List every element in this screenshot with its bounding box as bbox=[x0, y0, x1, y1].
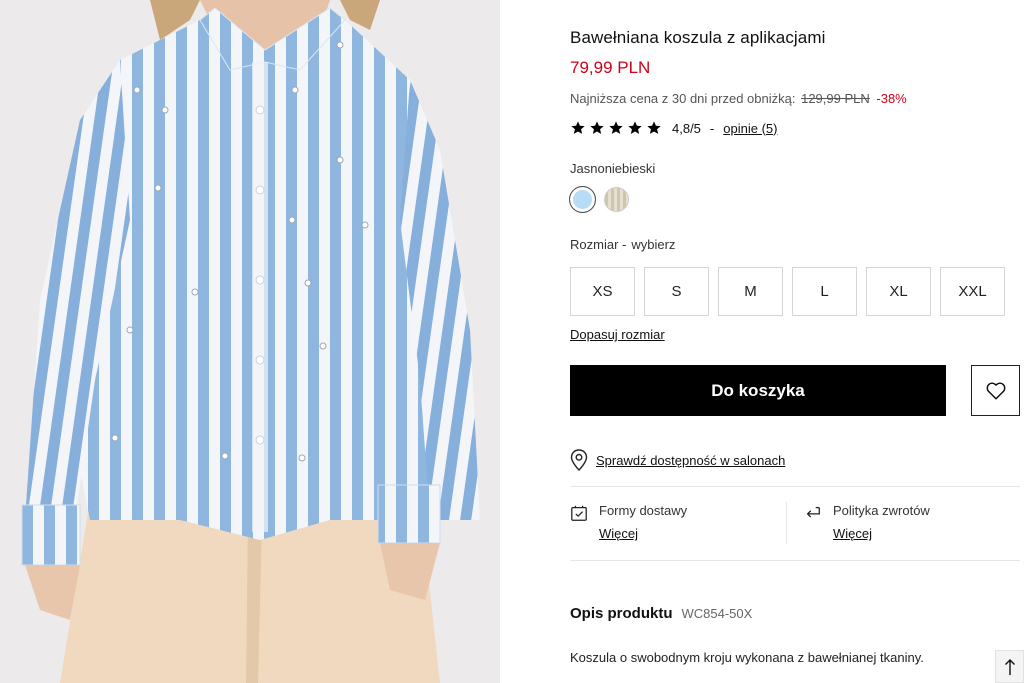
size-label: Rozmiar - wybierz bbox=[570, 237, 675, 252]
rating-score: 4,8/5 bbox=[672, 120, 701, 136]
color-label: Jasnoniebieski bbox=[570, 161, 656, 176]
star-icon bbox=[628, 121, 642, 134]
color-swatches bbox=[569, 186, 629, 213]
returns-info: Polityka zwrotów Więcej bbox=[804, 503, 930, 541]
reviews-link[interactable]: opinie (5) bbox=[723, 121, 777, 136]
product-price: 79,99 PLN bbox=[570, 58, 651, 77]
size-option-l[interactable]: L bbox=[792, 267, 857, 316]
divider bbox=[570, 560, 1020, 561]
description-heading: Opis produktu bbox=[570, 605, 673, 622]
divider bbox=[570, 486, 1020, 487]
size-options: XS S M L XL XXL bbox=[570, 267, 1005, 316]
size-option-xl[interactable]: XL bbox=[866, 267, 931, 316]
star-icon bbox=[647, 121, 661, 134]
size-option-xxl[interactable]: XXL bbox=[940, 267, 1005, 316]
delivery-info: Formy dostawy Więcej bbox=[570, 503, 687, 541]
arrow-up-icon bbox=[1004, 658, 1015, 675]
color-swatch-beige[interactable] bbox=[604, 187, 629, 212]
product-title: Bawełniana koszula z aplikacjami bbox=[570, 28, 826, 47]
scroll-to-top-button[interactable] bbox=[995, 650, 1024, 683]
rating: 4,8/5 - opinie (5) bbox=[570, 120, 777, 136]
star-icon bbox=[571, 121, 585, 134]
description-header: Opis produktu WC854-50X bbox=[570, 605, 752, 622]
discount-badge: -38% bbox=[876, 91, 907, 106]
returns-label: Polityka zwrotów bbox=[833, 503, 930, 518]
product-details: Bawełniana koszula z aplikacjami 79,99 P… bbox=[569, 0, 1024, 683]
returns-more-link[interactable]: Więcej bbox=[833, 526, 930, 541]
rating-separator: - bbox=[709, 120, 715, 136]
star-icon bbox=[590, 121, 604, 134]
lowest-price-info: Najniższa cena z 30 dni przed obniżką: 1… bbox=[570, 91, 907, 106]
store-availability: Sprawdź dostępność w salonach bbox=[570, 449, 785, 471]
heart-icon bbox=[986, 381, 1005, 400]
lowest-price-label: Najniższa cena z 30 dni przed obniżką: bbox=[570, 91, 796, 106]
size-option-xs[interactable]: XS bbox=[570, 267, 635, 316]
add-to-cart-button[interactable]: Do koszyka bbox=[570, 365, 946, 416]
vertical-divider bbox=[786, 502, 787, 544]
color-swatch-light-blue[interactable] bbox=[569, 186, 596, 213]
size-option-s[interactable]: S bbox=[644, 267, 709, 316]
size-placeholder: wybierz bbox=[631, 237, 676, 252]
delivery-label: Formy dostawy bbox=[599, 503, 688, 518]
rating-stars bbox=[570, 120, 662, 136]
delivery-box-icon bbox=[571, 505, 587, 521]
delivery-more-link[interactable]: Więcej bbox=[599, 526, 687, 541]
star-icon bbox=[609, 121, 623, 134]
old-price: 129,99 PLN bbox=[801, 91, 870, 106]
return-arrow-icon bbox=[806, 506, 820, 518]
description-text: Koszula o swobodnym kroju wykonana z baw… bbox=[570, 650, 924, 665]
map-pin-icon bbox=[570, 449, 588, 471]
product-code: WC854-50X bbox=[681, 606, 753, 621]
product-image[interactable] bbox=[0, 0, 500, 683]
product-photo bbox=[0, 0, 500, 683]
wishlist-button[interactable] bbox=[971, 365, 1020, 416]
size-label-text: Rozmiar - bbox=[570, 237, 627, 252]
size-guide-link[interactable]: Dopasuj rozmiar bbox=[570, 327, 665, 342]
size-option-m[interactable]: M bbox=[718, 267, 783, 316]
check-availability-link[interactable]: Sprawdź dostępność w salonach bbox=[596, 453, 785, 468]
